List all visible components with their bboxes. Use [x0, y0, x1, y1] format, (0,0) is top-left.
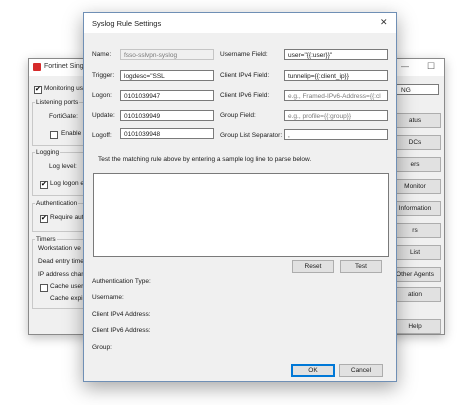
client-ipv6-address-label: Client IPv6 Address: [92, 327, 151, 334]
trigger-label: Trigger: [92, 72, 115, 79]
right-button-label: Information [398, 205, 432, 212]
logging-label: Logging [35, 149, 61, 156]
maximize-button[interactable]: ☐ [427, 61, 435, 72]
minimize-button[interactable]: — [401, 62, 409, 71]
cache-user-checkbox[interactable] [40, 284, 48, 292]
right-button-label: ation [407, 291, 423, 298]
syslog-rule-settings-dialog: Syslog Rule Settings ✕ Name: fsso-sslvpn… [83, 12, 397, 382]
right-button-label: Monitor [404, 183, 426, 190]
ok-button[interactable]: OK [291, 364, 335, 377]
right-button-label: rs [412, 227, 418, 234]
dialog-titlebar: Syslog Rule Settings ✕ [84, 13, 396, 33]
cancel-button[interactable]: Cancel [339, 364, 383, 377]
right-button-label: atus [408, 117, 422, 124]
logging-group [32, 152, 84, 196]
username-field-label: Username Field: [220, 51, 268, 58]
monitoring-label: Monitoring us [44, 85, 84, 92]
client-ipv6-field-input[interactable]: e.g., Framed-IPv6-Address={{:cl [284, 90, 388, 101]
right-button-label: ers [410, 161, 420, 168]
log-level-label: Log level: [49, 163, 77, 170]
right-button-label: List [409, 249, 421, 256]
test-button[interactable]: Test [340, 260, 382, 273]
update-field[interactable]: 0101039949 [120, 110, 214, 121]
reset-button[interactable]: Reset [292, 260, 334, 273]
sample-log-textarea[interactable] [93, 173, 389, 257]
group-list-separator-input[interactable]: , [284, 129, 388, 140]
dead-entry-label: Dead entry time [38, 258, 84, 265]
client-ipv4-field-input[interactable]: tunnelip={{:client_ip}} [284, 70, 388, 81]
name-field[interactable]: fsso-sslvpn-syslog [120, 49, 214, 60]
monitoring-checkbox[interactable] [34, 85, 42, 94]
client-ipv4-address-label: Client IPv4 Address: [92, 311, 151, 318]
group-field-label: Group Field: [220, 112, 256, 119]
group-result-label: Group: [92, 344, 112, 351]
ip-address-label: IP address chan [38, 271, 85, 278]
authentication-label: Authentication [35, 200, 79, 207]
log-logon-checkbox[interactable] [40, 180, 48, 189]
timers-label: Timers [35, 236, 57, 243]
cache-expire-label: Cache expi [50, 295, 83, 302]
group-list-separator-label: Group List Separator: [220, 132, 283, 139]
authentication-type-label: Authentication Type: [92, 278, 151, 285]
logoff-label: Logoff: [92, 132, 112, 139]
client-ipv6-field-label: Client IPv6 Field: [220, 92, 270, 99]
username-field-input[interactable]: user="{{:user}}" [284, 49, 388, 60]
username-result-label: Username: [92, 294, 124, 301]
fortinet-app-icon [33, 63, 41, 71]
close-icon[interactable]: ✕ [380, 17, 388, 28]
log-logon-label: Log logon e [50, 180, 84, 187]
client-ipv4-field-label: Client IPv4 Field: [220, 72, 270, 79]
listening-ports-label: Listening ports [35, 99, 80, 106]
main-window-title: Fortinet Singl [44, 63, 86, 70]
group-field-input[interactable]: e.g., profile={{:group}} [284, 110, 388, 121]
logon-label: Logon: [92, 92, 112, 99]
right-button-label: DCs [408, 139, 422, 146]
trigger-field[interactable]: logdesc="SSL [120, 70, 214, 81]
right-button-label: Other Agents [396, 271, 434, 278]
name-label: Name: [92, 51, 112, 58]
listening-ports-group [32, 102, 84, 146]
test-instruction-text: Test the matching rule above by entering… [98, 156, 312, 163]
workstation-label: Workstation ve [38, 245, 81, 252]
update-label: Update: [92, 112, 115, 119]
dialog-title: Syslog Rule Settings [92, 19, 162, 28]
logoff-field[interactable]: 0101039948 [120, 128, 214, 139]
require-auth-checkbox[interactable] [40, 214, 48, 223]
help-button-label: Help [408, 323, 422, 330]
logon-field[interactable]: 0101039947 [120, 90, 214, 101]
require-auth-label: Require aut [50, 214, 84, 221]
fortigate-label: FortiGate: [49, 113, 78, 120]
enable-checkbox[interactable] [50, 131, 58, 139]
enable-label: Enable [61, 130, 82, 137]
cache-user-label: Cache user [50, 283, 84, 290]
